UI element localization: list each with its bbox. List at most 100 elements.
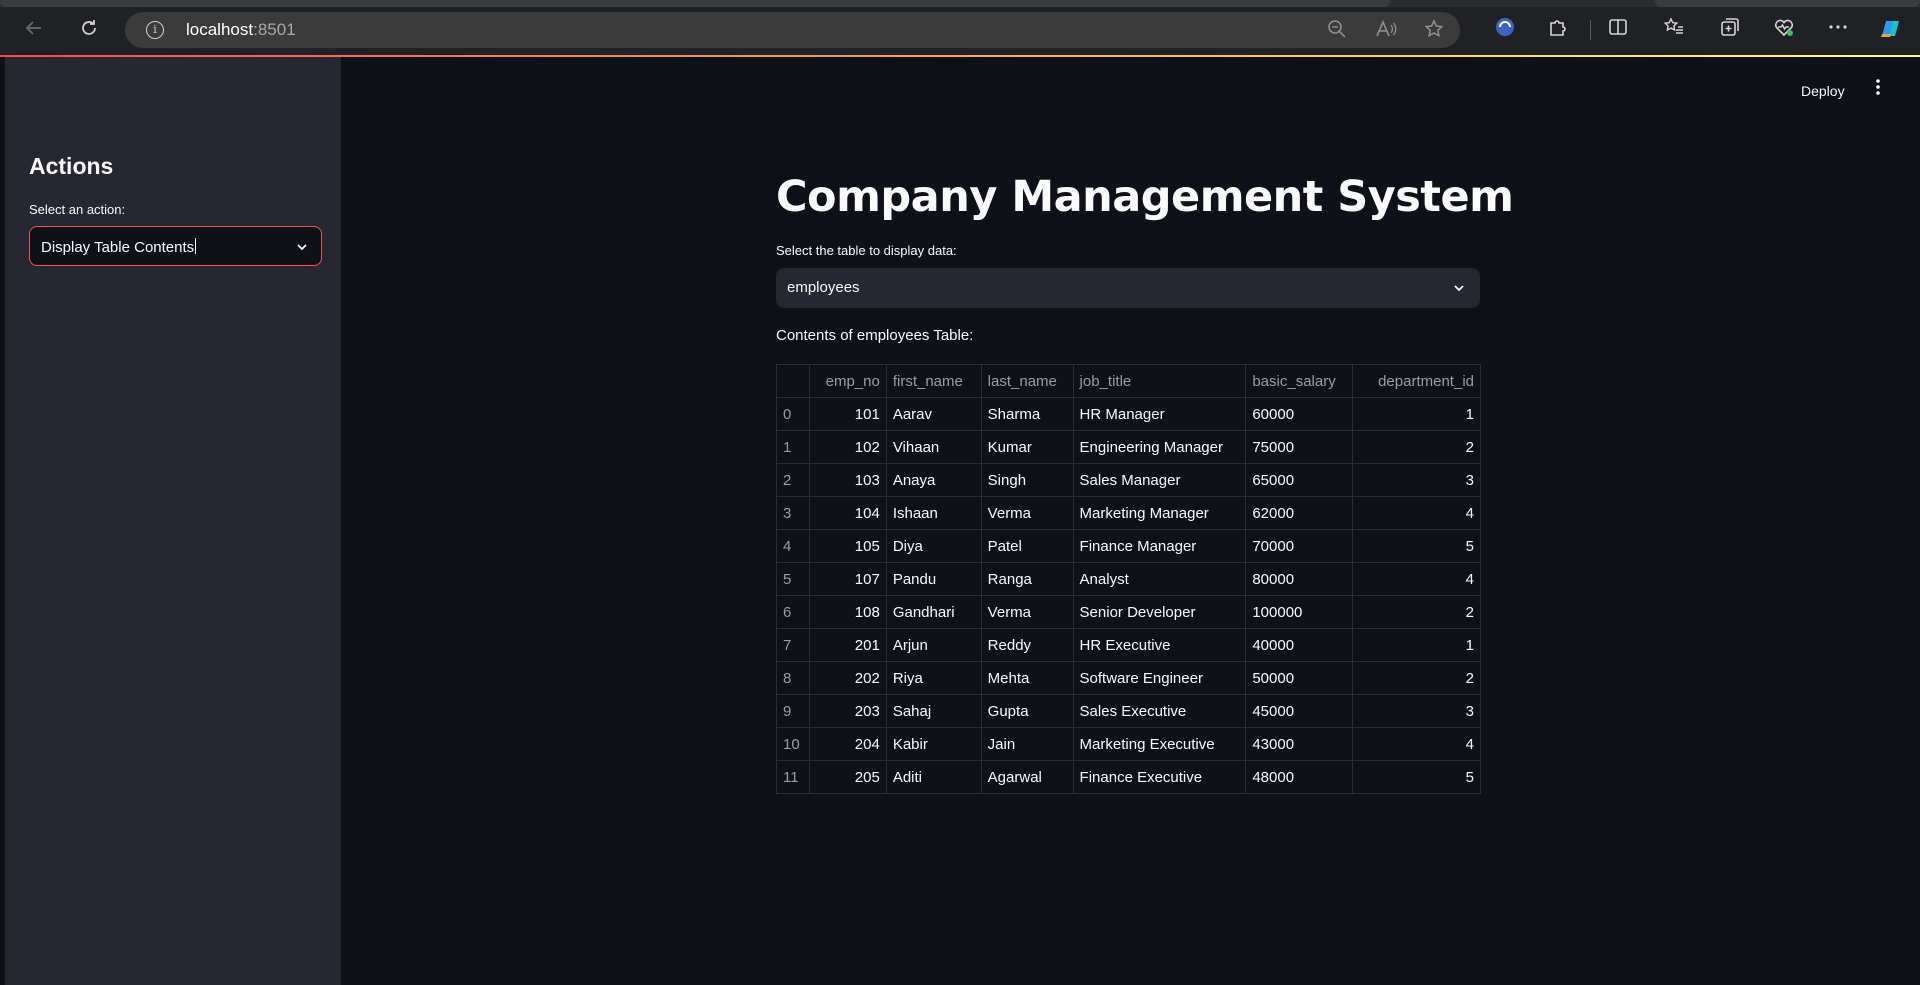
action-select[interactable]: Display Table Contents: [29, 226, 322, 266]
job-title-cell[interactable]: Marketing Manager: [1072, 496, 1247, 530]
table-row[interactable]: 8 202 Riya Mehta Software Engineer 50000 2: [776, 661, 1481, 695]
job-title-cell[interactable]: Analyst: [1072, 562, 1247, 596]
department-id-cell[interactable]: 3: [1352, 463, 1481, 497]
column-header-department-id[interactable]: department_id: [1352, 364, 1481, 398]
first-name-cell[interactable]: Ishaan: [885, 496, 982, 530]
job-title-cell[interactable]: Sales Manager: [1072, 463, 1247, 497]
department-id-cell[interactable]: 2: [1352, 661, 1481, 695]
reload-icon[interactable]: [75, 14, 103, 42]
first-name-cell[interactable]: Aditi: [885, 760, 982, 794]
emp-no-cell[interactable]: 102: [808, 430, 887, 464]
job-title-cell[interactable]: Senior Developer: [1072, 595, 1247, 629]
emp-no-cell[interactable]: 108: [808, 595, 887, 629]
department-id-cell[interactable]: 1: [1352, 397, 1481, 431]
basic-salary-cell[interactable]: 45000: [1245, 694, 1354, 728]
row-index[interactable]: 7: [776, 628, 810, 662]
employees-dataframe[interactable]: emp_no first_name last_name job_title ba…: [776, 364, 1481, 794]
last-name-cell[interactable]: Sharma: [980, 397, 1074, 431]
job-title-cell[interactable]: Finance Executive: [1072, 760, 1247, 794]
first-name-cell[interactable]: Vihaan: [885, 430, 982, 464]
zoom-out-icon[interactable]: [1326, 19, 1348, 41]
department-id-cell[interactable]: 5: [1352, 529, 1481, 563]
collections-icon[interactable]: [1717, 16, 1743, 42]
first-name-cell[interactable]: Aarav: [885, 397, 982, 431]
emp-no-cell[interactable]: 205: [808, 760, 887, 794]
last-name-cell[interactable]: Reddy: [980, 628, 1074, 662]
department-id-cell[interactable]: 3: [1352, 694, 1481, 728]
last-name-cell[interactable]: Verma: [980, 496, 1074, 530]
row-index[interactable]: 9: [776, 694, 810, 728]
basic-salary-cell[interactable]: 70000: [1245, 529, 1354, 563]
browser-tab[interactable]: [0, 0, 1390, 7]
row-index[interactable]: 11: [776, 760, 810, 794]
column-header-basic-salary[interactable]: basic_salary: [1245, 364, 1354, 398]
first-name-cell[interactable]: Pandu: [885, 562, 982, 596]
last-name-cell[interactable]: Patel: [980, 529, 1074, 563]
first-name-cell[interactable]: Sahaj: [885, 694, 982, 728]
row-index[interactable]: 4: [776, 529, 810, 563]
row-index[interactable]: 10: [776, 727, 810, 761]
row-index[interactable]: 0: [776, 397, 810, 431]
department-id-cell[interactable]: 4: [1352, 562, 1481, 596]
last-name-cell[interactable]: Ranga: [980, 562, 1074, 596]
job-title-cell[interactable]: HR Executive: [1072, 628, 1247, 662]
department-id-cell[interactable]: 2: [1352, 430, 1481, 464]
basic-salary-cell[interactable]: 62000: [1245, 496, 1354, 530]
emp-no-cell[interactable]: 203: [808, 694, 887, 728]
main-menu-icon[interactable]: [1869, 77, 1887, 103]
table-row[interactable]: 2 103 Anaya Singh Sales Manager 65000 3: [776, 463, 1481, 497]
job-title-cell[interactable]: Sales Executive: [1072, 694, 1247, 728]
basic-salary-cell[interactable]: 75000: [1245, 430, 1354, 464]
first-name-cell[interactable]: Riya: [885, 661, 982, 695]
job-title-cell[interactable]: Engineering Manager: [1072, 430, 1247, 464]
last-name-cell[interactable]: Kumar: [980, 430, 1074, 464]
row-index[interactable]: 8: [776, 661, 810, 695]
basic-salary-cell[interactable]: 48000: [1245, 760, 1354, 794]
row-index[interactable]: 6: [776, 595, 810, 629]
column-header-job-title[interactable]: job_title: [1072, 364, 1247, 398]
favorites-list-icon[interactable]: [1661, 16, 1687, 42]
row-index[interactable]: 1: [776, 430, 810, 464]
job-title-cell[interactable]: Marketing Executive: [1072, 727, 1247, 761]
table-row[interactable]: 10 204 Kabir Jain Marketing Executive 43000 4: [776, 727, 1481, 761]
column-header-emp-no[interactable]: emp_no: [808, 364, 887, 398]
last-name-cell[interactable]: Mehta: [980, 661, 1074, 695]
first-name-cell[interactable]: Arjun: [885, 628, 982, 662]
deploy-button[interactable]: Deploy: [1801, 83, 1845, 99]
emp-no-cell[interactable]: 105: [808, 529, 887, 563]
table-row[interactable]: 3 104 Ishaan Verma Marketing Manager 62000 4: [776, 496, 1481, 530]
last-name-cell[interactable]: Gupta: [980, 694, 1074, 728]
department-id-cell[interactable]: 5: [1352, 760, 1481, 794]
job-title-cell[interactable]: HR Manager: [1072, 397, 1247, 431]
table-row[interactable]: 11 205 Aditi Agarwal Finance Executive 48000 5: [776, 760, 1481, 794]
basic-salary-cell[interactable]: 50000: [1245, 661, 1354, 695]
first-name-cell[interactable]: Gandhari: [885, 595, 982, 629]
department-id-cell[interactable]: 4: [1352, 496, 1481, 530]
last-name-cell[interactable]: Jain: [980, 727, 1074, 761]
row-index[interactable]: 3: [776, 496, 810, 530]
row-index[interactable]: 5: [776, 562, 810, 596]
last-name-cell[interactable]: Singh: [980, 463, 1074, 497]
extensions-puzzle-icon[interactable]: [1545, 16, 1571, 42]
last-name-cell[interactable]: Verma: [980, 595, 1074, 629]
emp-no-cell[interactable]: 107: [808, 562, 887, 596]
back-icon[interactable]: [20, 14, 48, 42]
read-aloud-icon[interactable]: [1375, 19, 1397, 41]
favorite-star-icon[interactable]: [1423, 19, 1445, 41]
basic-salary-cell[interactable]: 60000: [1245, 397, 1354, 431]
table-row[interactable]: 0 101 Aarav Sharma HR Manager 60000 1: [776, 397, 1481, 431]
table-row[interactable]: 7 201 Arjun Reddy HR Executive 40000 1: [776, 628, 1481, 662]
job-title-cell[interactable]: Software Engineer: [1072, 661, 1247, 695]
emp-no-cell[interactable]: 202: [808, 661, 887, 695]
column-header-first-name[interactable]: first_name: [885, 364, 982, 398]
table-row[interactable]: 6 108 Gandhari Verma Senior Developer 100000 2: [776, 595, 1481, 629]
table-row[interactable]: 9 203 Sahaj Gupta Sales Executive 45000 3: [776, 694, 1481, 728]
table-select[interactable]: employees: [776, 268, 1480, 308]
basic-salary-cell[interactable]: 100000: [1245, 595, 1354, 629]
first-name-cell[interactable]: Kabir: [885, 727, 982, 761]
first-name-cell[interactable]: Anaya: [885, 463, 982, 497]
department-id-cell[interactable]: 2: [1352, 595, 1481, 629]
column-header-index[interactable]: [776, 364, 810, 398]
job-title-cell[interactable]: Finance Manager: [1072, 529, 1247, 563]
emp-no-cell[interactable]: 103: [808, 463, 887, 497]
